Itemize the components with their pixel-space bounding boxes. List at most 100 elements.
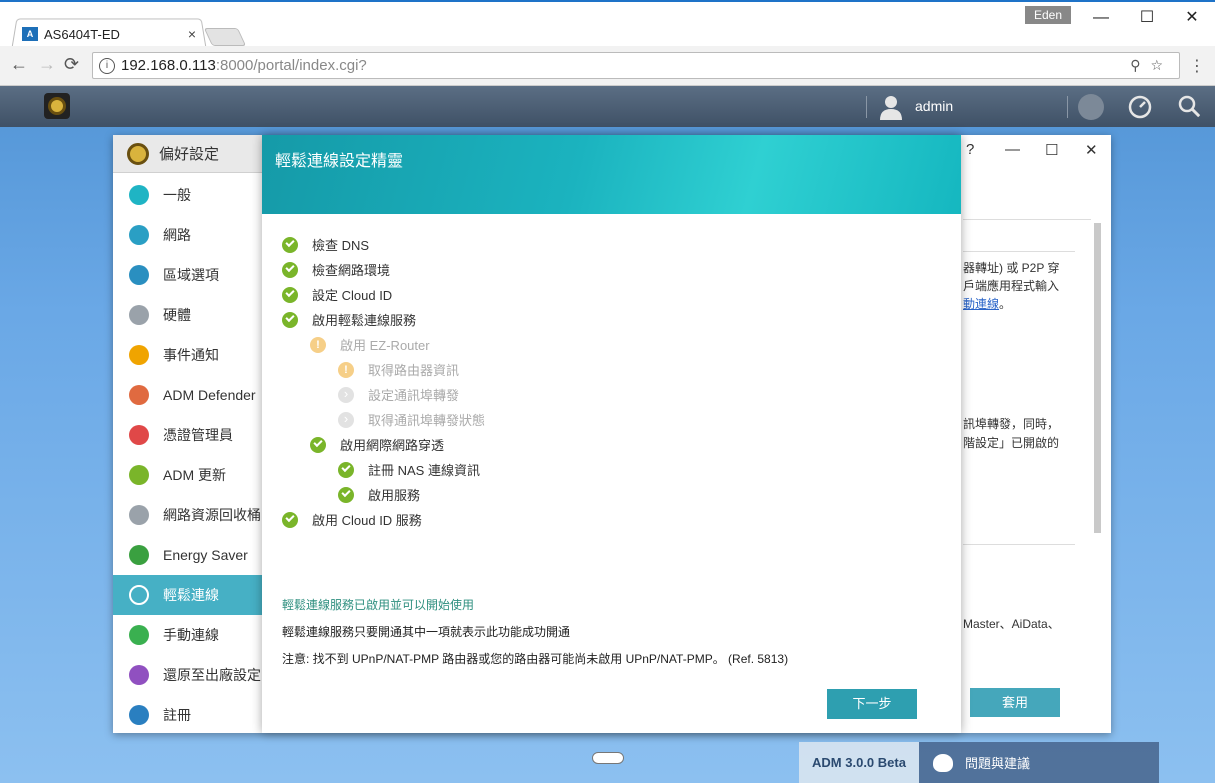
wizard-step: 檢查網路環境 bbox=[282, 260, 390, 279]
wizard-step: 註冊 NAS 連線資訊 bbox=[338, 460, 480, 479]
apply-button[interactable]: 套用 bbox=[970, 688, 1060, 717]
browser-menu-icon[interactable]: ⋮ bbox=[1189, 56, 1205, 76]
panel-text: 階設定」已開啟的 bbox=[963, 436, 1060, 450]
wizard-step-label: 檢查網路環境 bbox=[312, 263, 391, 278]
panel-text: 器轉址) 或 P2P 穿 bbox=[963, 261, 1060, 275]
wizard-step: 取得路由器資訊 bbox=[338, 360, 459, 379]
wizard-step: 取得通訊埠轉發狀態 bbox=[338, 410, 485, 429]
bug-icon bbox=[933, 753, 953, 772]
warning-icon bbox=[338, 361, 354, 378]
update-icon bbox=[129, 465, 149, 485]
register-icon bbox=[129, 705, 149, 725]
help-icon[interactable]: ? bbox=[966, 141, 974, 158]
sidebar-item[interactable]: ADM 更新 bbox=[113, 455, 262, 495]
sidebar-item[interactable]: 註冊 bbox=[113, 695, 262, 735]
sidebar-item[interactable]: 網路資源回收桶 bbox=[113, 495, 262, 535]
dock-handle[interactable] bbox=[592, 752, 624, 764]
version-label: ADM 3.0.0 Beta bbox=[799, 742, 919, 783]
dashboard-gauge-icon[interactable] bbox=[1127, 94, 1153, 120]
minimize-button[interactable]: — bbox=[1005, 141, 1020, 158]
browser-toolbar: ← → ⟳ i 192.168.0.113 :8000/portal/index… bbox=[0, 46, 1215, 86]
panel-text: 動連線。 bbox=[963, 296, 1011, 313]
wizard-step-label: 啟用網際網路穿透 bbox=[340, 438, 445, 453]
wizard-step-label: 啟用 Cloud ID 服務 bbox=[312, 513, 422, 528]
check-icon bbox=[282, 261, 298, 278]
check-icon bbox=[282, 286, 298, 303]
wizard-step: 啟用輕鬆連線服務 bbox=[282, 310, 416, 329]
check-icon bbox=[282, 511, 298, 528]
sidebar-item[interactable]: Energy Saver bbox=[113, 535, 262, 575]
wizard-step: 啟用服務 bbox=[338, 485, 420, 504]
wizard-step-label: 設定通訊埠轉發 bbox=[368, 388, 460, 403]
check-icon bbox=[310, 436, 326, 453]
connection-settings-panel: 器轉址) 或 P2P 穿 戶端應用程式輸入 動連線。 訊埠轉發，同時， 階設定」… bbox=[963, 175, 1111, 733]
check-icon bbox=[338, 486, 354, 503]
certificate-icon bbox=[129, 425, 149, 445]
sidebar-item-label: 網路資源回收桶 bbox=[163, 507, 261, 523]
sidebar-item[interactable]: 硬體 bbox=[113, 295, 262, 335]
firewall-icon bbox=[129, 385, 149, 405]
check-icon bbox=[282, 311, 298, 328]
tab-title: AS6404T-ED bbox=[44, 26, 120, 42]
user-name[interactable]: admin bbox=[915, 98, 953, 114]
wizard-step-label: 取得通訊埠轉發狀態 bbox=[368, 413, 486, 428]
sidebar-item-label: 輕鬆連線 bbox=[163, 587, 219, 603]
sidebar-item-label: 網路 bbox=[163, 227, 191, 243]
asustor-favicon-icon: A bbox=[22, 27, 38, 41]
sidebar-item[interactable]: 區域選項 bbox=[113, 255, 262, 295]
wizard-step-label: 啟用輕鬆連線服務 bbox=[312, 313, 417, 328]
sidebar-item[interactable]: 一般 bbox=[113, 175, 262, 215]
sidebar-item[interactable]: 手動連線 bbox=[113, 615, 262, 655]
energy-icon bbox=[129, 545, 149, 565]
warning-icon bbox=[310, 336, 326, 353]
divider bbox=[1067, 96, 1068, 118]
address-bar[interactable]: i 192.168.0.113 :8000/portal/index.cgi? … bbox=[92, 52, 1180, 79]
check-icon bbox=[282, 236, 298, 253]
maximize-button[interactable]: ☐ bbox=[1045, 141, 1058, 159]
user-icon[interactable] bbox=[878, 94, 904, 120]
site-info-icon[interactable]: i bbox=[99, 57, 115, 74]
sidebar-item[interactable]: ADM Defender bbox=[113, 375, 262, 415]
sidebar-item-label: ADM 更新 bbox=[163, 467, 226, 483]
wizard-step-label: 註冊 NAS 連線資訊 bbox=[368, 463, 480, 478]
reload-icon[interactable]: ⟳ bbox=[64, 54, 79, 75]
search-icon[interactable] bbox=[1177, 94, 1203, 120]
bookmark-star-icon[interactable]: ⚲☆ bbox=[1130, 57, 1173, 74]
sidebar-item[interactable]: 輕鬆連線 bbox=[113, 575, 262, 615]
new-tab-button[interactable] bbox=[203, 28, 247, 46]
pending-icon bbox=[338, 411, 354, 428]
window-maximize-button[interactable]: ☐ bbox=[1132, 8, 1162, 28]
success-message: 輕鬆連線服務已啟用並可以開始使用 bbox=[282, 598, 475, 612]
notification-bell-icon[interactable] bbox=[1078, 94, 1104, 120]
hardware-icon bbox=[129, 305, 149, 325]
sidebar-item[interactable]: 網路 bbox=[113, 215, 262, 255]
url-host: 192.168.0.113 bbox=[121, 57, 216, 74]
url-path: :8000/portal/index.cgi? bbox=[215, 57, 367, 74]
next-button[interactable]: 下一步 bbox=[827, 689, 917, 719]
region-icon bbox=[129, 265, 149, 285]
window-close-button[interactable]: ✕ bbox=[1177, 8, 1207, 28]
adm-home-button[interactable] bbox=[44, 93, 70, 119]
feedback-label: 問題與建議 bbox=[965, 756, 1031, 771]
sidebar-item-label: 區域選項 bbox=[163, 267, 219, 283]
tab-close-icon[interactable]: × bbox=[188, 26, 196, 42]
sidebar-item-label: 手動連線 bbox=[163, 627, 219, 643]
sidebar-item[interactable]: 事件通知 bbox=[113, 335, 262, 375]
wizard-step-label: 設定 Cloud ID bbox=[312, 288, 393, 303]
sidebar-item-label: ADM Defender bbox=[163, 387, 256, 403]
back-icon[interactable]: ← bbox=[10, 54, 28, 75]
forward-icon[interactable]: → bbox=[38, 54, 56, 75]
sidebar-item-label: 事件通知 bbox=[163, 347, 219, 363]
sidebar-item[interactable]: 憑證管理員 bbox=[113, 415, 262, 455]
globe-icon bbox=[129, 225, 149, 245]
ez-connect-wizard-dialog: 輕鬆連線設定精靈 檢查 DNS 檢查網路環境 設定 Cloud ID 啟用輕鬆連線服務… bbox=[262, 135, 961, 733]
sidebar-item[interactable]: 還原至出廠設定 bbox=[113, 655, 262, 695]
manual-connect-icon bbox=[129, 625, 149, 645]
browser-tab[interactable]: A AS6404T-ED × bbox=[22, 22, 202, 46]
profile-badge[interactable]: Eden bbox=[1025, 6, 1071, 24]
close-button[interactable]: ✕ bbox=[1085, 141, 1098, 159]
window-minimize-button[interactable]: — bbox=[1086, 8, 1116, 28]
feedback-button[interactable]: 問題與建議 bbox=[919, 742, 1159, 783]
adm-taskbar: admin bbox=[0, 86, 1215, 127]
manual-connect-link[interactable]: 動連線 bbox=[963, 297, 999, 311]
